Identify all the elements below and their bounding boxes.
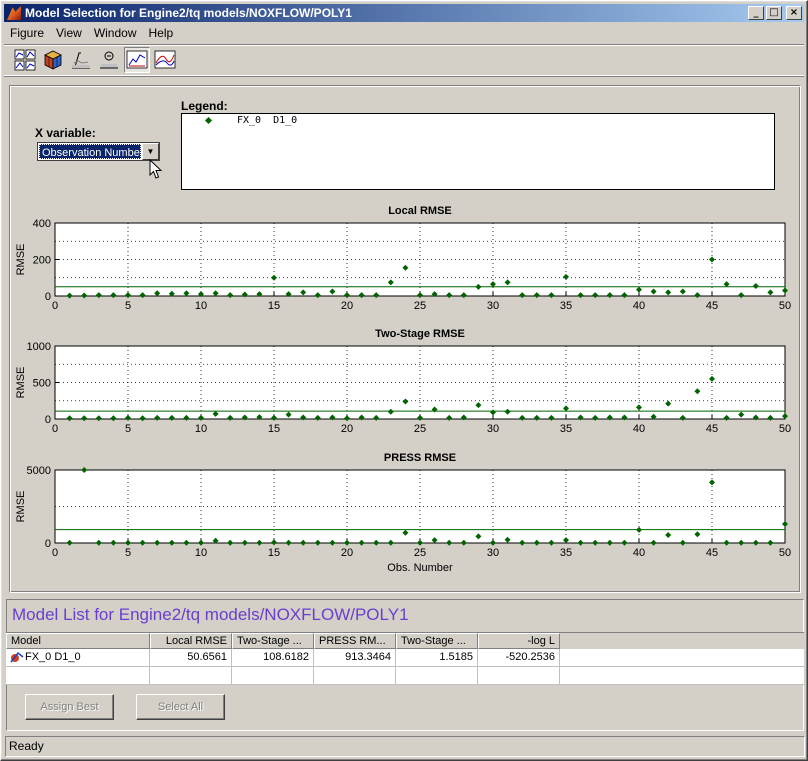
table-row[interactable]: FX_0 D1_0 50.6561 108.6182 913.3464 1.51… <box>6 649 804 667</box>
y-axis-label: RMSE <box>15 491 27 523</box>
x-tick-label: 35 <box>560 300 572 312</box>
select-all-button[interactable]: Select All <box>136 694 225 720</box>
table-row-empty <box>6 667 804 685</box>
x-tick-label: 5 <box>125 547 131 559</box>
status-bar: Ready <box>5 736 805 757</box>
x-tick-label: 40 <box>633 300 645 312</box>
x-tick-label: 5 <box>125 423 131 435</box>
y-tick-label: 0 <box>45 538 51 550</box>
col-header-model[interactable]: Model <box>6 633 150 649</box>
chart-title: Local RMSE <box>388 205 452 217</box>
y-tick-label: 5000 <box>27 465 51 477</box>
x-tick-label: 10 <box>195 423 207 435</box>
y-tick-label: 0 <box>45 291 51 303</box>
main-window: Model Selection for Engine2/tq models/NO… <box>0 0 808 761</box>
model-table: Model Local RMSE Two-Stage ... PRESS RM.… <box>6 632 804 685</box>
x-tick-label: 15 <box>268 300 280 312</box>
x-tick-label: 30 <box>487 300 499 312</box>
y-tick-label: 0 <box>45 414 51 426</box>
y-tick-label: 200 <box>33 255 51 267</box>
x-axis-label: Obs. Number <box>387 562 453 574</box>
x-tick-label: 30 <box>487 423 499 435</box>
y-tick-label: 1000 <box>27 341 51 353</box>
cell-log-l: -520.2536 <box>478 649 560 667</box>
y-tick-label: 500 <box>33 378 51 390</box>
cell-two-stage-rmse: 108.6182 <box>232 649 314 667</box>
x-tick-label: 45 <box>706 423 718 435</box>
model-node-icon <box>10 652 24 663</box>
x-tick-label: 35 <box>560 423 572 435</box>
model-list-title: Model List for Engine2/tq models/NOXFLOW… <box>12 605 409 624</box>
x-tick-label: 45 <box>706 300 718 312</box>
x-tick-label: 15 <box>268 547 280 559</box>
x-tick-label: 0 <box>52 300 58 312</box>
x-tick-label: 40 <box>633 423 645 435</box>
x-tick-label: 50 <box>779 300 791 312</box>
col-header-local-rmse[interactable]: Local RMSE <box>150 633 232 649</box>
table-header: Model Local RMSE Two-Stage ... PRESS RM.… <box>6 633 804 649</box>
x-tick-label: 50 <box>779 423 791 435</box>
x-tick-label: 25 <box>414 423 426 435</box>
x-tick-label: 15 <box>268 423 280 435</box>
cell-local-rmse: 50.6561 <box>150 649 232 667</box>
y-axis-label: RMSE <box>15 367 27 399</box>
x-tick-label: 10 <box>195 300 207 312</box>
x-tick-label: 0 <box>52 423 58 435</box>
cell-press-rmse: 913.3464 <box>314 649 396 667</box>
x-tick-label: 20 <box>341 547 353 559</box>
cell-two-stage-t: 1.5185 <box>396 649 478 667</box>
rmse-charts: 0 5 10 15 20 25 30 35 40 45 500200400Local RMSERMS… <box>15 205 791 574</box>
x-tick-label: 40 <box>633 547 645 559</box>
chart-title: PRESS RMSE <box>384 452 456 464</box>
col-header-log-l[interactable]: -log L <box>478 633 560 649</box>
col-header-two-stage-rmse[interactable]: Two-Stage ... <box>232 633 314 649</box>
x-tick-label: 20 <box>341 423 353 435</box>
x-tick-label: 0 <box>52 547 58 559</box>
x-tick-label: 25 <box>414 300 426 312</box>
x-tick-label: 10 <box>195 547 207 559</box>
x-tick-label: 20 <box>341 300 353 312</box>
x-tick-label: 35 <box>560 547 572 559</box>
y-axis-label: RMSE <box>15 244 27 276</box>
col-header-two-stage-t[interactable]: Two-Stage ... <box>396 633 478 649</box>
col-header-press-rmse[interactable]: PRESS RM... <box>314 633 396 649</box>
chart-title: Two-Stage RMSE <box>375 328 465 340</box>
cell-model[interactable]: FX_0 D1_0 <box>6 649 150 667</box>
x-tick-label: 25 <box>414 547 426 559</box>
cell-model-text: FX_0 D1_0 <box>25 651 81 663</box>
x-tick-label: 45 <box>706 547 718 559</box>
x-tick-label: 5 <box>125 300 131 312</box>
y-tick-label: 400 <box>33 218 51 230</box>
x-tick-label: 30 <box>487 547 499 559</box>
x-tick-label: 50 <box>779 547 791 559</box>
assign-best-button[interactable]: Assign Best <box>25 694 114 720</box>
